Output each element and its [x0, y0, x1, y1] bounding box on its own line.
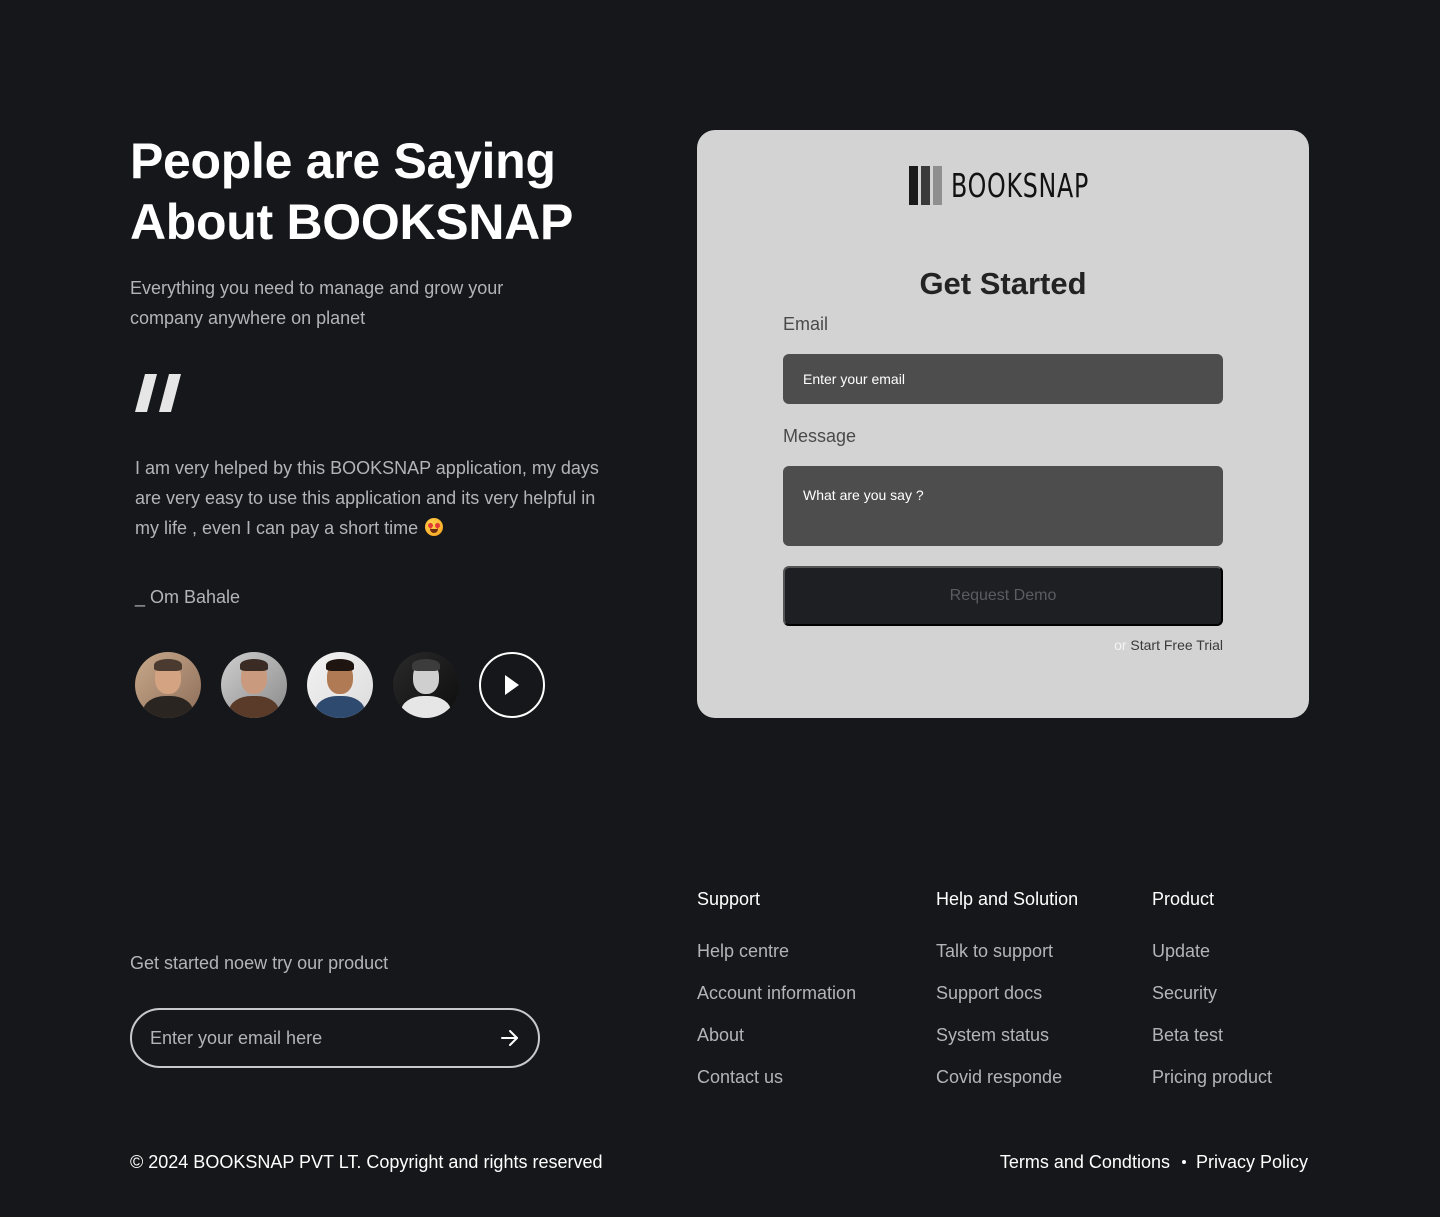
- logo-text: BOOKSNAP: [951, 165, 1090, 205]
- message-textarea[interactable]: What are you say ?: [783, 466, 1223, 546]
- legal-links: Terms and Condtions Privacy Policy: [1000, 1150, 1308, 1174]
- avatar[interactable]: [135, 652, 201, 718]
- footer-column-product: Product Update Security Beta test Pricin…: [1152, 887, 1272, 1107]
- message-label: Message: [783, 426, 857, 446]
- quote-icon: [135, 374, 181, 412]
- testimonial-author: _ Om Bahale: [135, 587, 241, 607]
- footer-link-pricing-product[interactable]: Pricing product: [1152, 1065, 1272, 1089]
- copyright-text: © 2024 BOOKSNAP PVT LT. Copyright and ri…: [130, 1152, 603, 1172]
- separator-dot: [1181, 1160, 1186, 1164]
- email-placeholder: Enter your email: [803, 371, 905, 387]
- footer-column-help: Help and Solution Talk to support Suppor…: [936, 887, 1078, 1107]
- footer-link-system-status[interactable]: System status: [936, 1023, 1078, 1047]
- footer-link-covid-responde[interactable]: Covid responde: [936, 1065, 1078, 1089]
- free-trial-row: or Start Free Trial: [1114, 636, 1223, 654]
- play-video-button[interactable]: [479, 652, 545, 718]
- testimonial-subheading: Everything you need to manage and grow y…: [130, 278, 504, 328]
- form-title: Get Started: [919, 266, 1087, 301]
- arrow-right-icon[interactable]: [496, 1024, 524, 1052]
- avatar[interactable]: [221, 652, 287, 718]
- start-free-trial-link[interactable]: Start Free Trial: [1130, 637, 1223, 653]
- footer-link-about[interactable]: About: [697, 1023, 856, 1047]
- testimonial-quote: I am very helped by this BOOKSNAP applic…: [135, 453, 615, 543]
- play-icon: [505, 675, 519, 695]
- footer-link-talk-to-support[interactable]: Talk to support: [936, 939, 1078, 963]
- footer-column-title: Support: [697, 889, 761, 909]
- email-label: Email: [783, 314, 829, 334]
- footer-link-security[interactable]: Security: [1152, 981, 1272, 1005]
- footer-column-title: Help and Solution: [936, 889, 1079, 909]
- avatar[interactable]: [393, 652, 459, 718]
- booksnap-logo: BOOKSNAP: [909, 164, 1143, 206]
- testimonial-heading: People are Saying About BOOKSNAP: [130, 133, 573, 250]
- footer-link-help-centre[interactable]: Help centre: [697, 939, 856, 963]
- email-input[interactable]: Enter your email: [783, 354, 1223, 404]
- avatar[interactable]: [307, 652, 373, 718]
- request-demo-button[interactable]: Request Demo: [783, 566, 1223, 626]
- footer-link-beta-test[interactable]: Beta test: [1152, 1023, 1272, 1047]
- get-started-card: BOOKSNAP Get Started Email Enter your em…: [697, 130, 1309, 718]
- avatar-row: [135, 652, 545, 718]
- newsletter-text: Get started noew try our product: [130, 953, 389, 973]
- footer-column-support: Support Help centre Account information …: [697, 887, 856, 1107]
- logo-bars-icon: [909, 165, 942, 205]
- footer-link-contact-us[interactable]: Contact us: [697, 1065, 856, 1089]
- terms-link[interactable]: Terms and Condtions: [1000, 1150, 1170, 1174]
- quote-text: I am very helped by this BOOKSNAP applic…: [135, 458, 599, 538]
- or-text: or: [1114, 637, 1127, 653]
- footer-link-account-information[interactable]: Account information: [697, 981, 856, 1005]
- newsletter-email-input[interactable]: Enter your email here: [130, 1008, 540, 1068]
- footer-link-update[interactable]: Update: [1152, 939, 1272, 963]
- heart-eyes-emoji-icon: [425, 518, 444, 536]
- footer-column-title: Product: [1152, 889, 1215, 909]
- newsletter-placeholder: Enter your email here: [150, 1028, 323, 1048]
- privacy-link[interactable]: Privacy Policy: [1196, 1150, 1308, 1174]
- footer-link-support-docs[interactable]: Support docs: [936, 981, 1078, 1005]
- message-placeholder: What are you say ?: [803, 487, 924, 503]
